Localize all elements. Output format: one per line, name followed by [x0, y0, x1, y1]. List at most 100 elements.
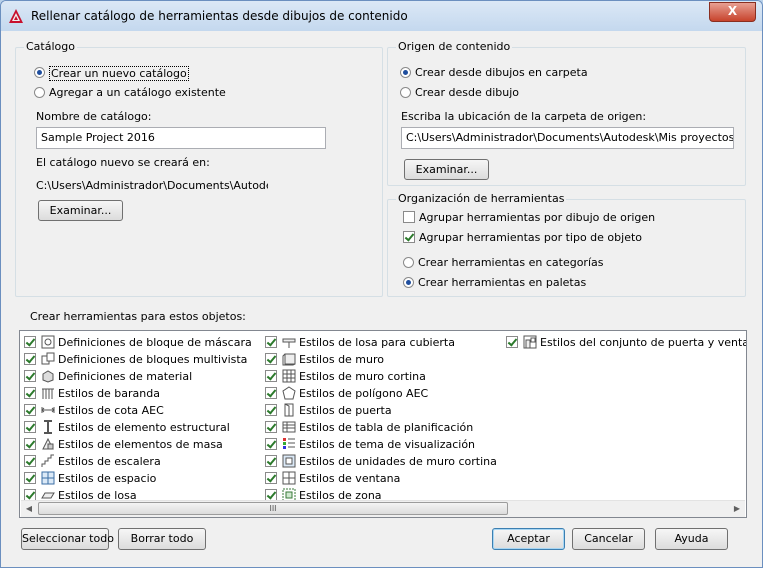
object-label: Estilos de unidades de muro cortina: [299, 455, 497, 468]
object-label: Estilos de espacio: [58, 472, 157, 485]
schedule-table-icon: [282, 421, 296, 433]
select-all-button[interactable]: Seleccionar todo: [21, 528, 114, 550]
object-list-item[interactable]: Estilos de baranda: [24, 385, 260, 402]
curtain-wall-unit-icon: [282, 454, 296, 468]
stair-icon: [41, 454, 54, 467]
cancel-button[interactable]: Cancelar: [572, 528, 645, 550]
close-icon: X: [727, 4, 738, 18]
object-list-item[interactable]: Estilos de tabla de planificación: [265, 419, 501, 436]
object-list-item[interactable]: Estilos de unidades de muro cortina: [265, 453, 501, 470]
object-checkbox[interactable]: [24, 336, 36, 348]
scroll-thumb[interactable]: III: [38, 502, 508, 515]
object-list-item[interactable]: Estilos de elemento estructural: [24, 419, 260, 436]
aec-dimension-icon: [41, 407, 55, 413]
checkbox-group-by-type[interactable]: [403, 231, 415, 243]
object-list-item[interactable]: Estilos del conjunto de puerta y ventana: [506, 334, 746, 351]
object-list-item[interactable]: Estilos de tema de visualización: [265, 436, 501, 453]
object-label: Estilos de tabla de planificación: [299, 421, 474, 434]
radio-from-folder[interactable]: [400, 67, 411, 78]
radio-from-drawing-label[interactable]: Crear desde dibujo: [415, 86, 519, 99]
scroll-right-icon[interactable]: ▶: [729, 501, 745, 517]
group-by-drawing-label[interactable]: Agrupar herramientas por dibujo de orige…: [419, 211, 655, 224]
object-checkbox[interactable]: [24, 455, 36, 467]
object-list-item[interactable]: Estilos de elementos de masa: [24, 436, 260, 453]
radio-in-palettes[interactable]: [403, 277, 414, 288]
object-label: Estilos de ventana: [299, 472, 401, 485]
object-checkbox[interactable]: [265, 438, 277, 450]
object-checkbox[interactable]: [265, 404, 277, 416]
source-group-legend: Origen de contenido: [396, 40, 513, 53]
object-list-item[interactable]: Estilos de cota AEC: [24, 402, 260, 419]
object-checkbox[interactable]: [24, 404, 36, 416]
object-checkbox[interactable]: [265, 421, 277, 433]
object-checkbox[interactable]: [265, 370, 277, 382]
object-checkbox[interactable]: [24, 387, 36, 399]
catalog-browse-button[interactable]: Examinar...: [38, 200, 123, 221]
object-checkbox[interactable]: [506, 336, 518, 348]
object-list-item[interactable]: Estilos de muro: [265, 351, 501, 368]
object-label: Estilos de baranda: [58, 387, 160, 400]
object-label: Estilos de muro cortina: [299, 370, 426, 383]
clear-all-button[interactable]: Borrar todo: [118, 528, 206, 550]
object-checkbox[interactable]: [24, 438, 36, 450]
catalog-group: Catálogo Crear un nuevo catálogo Agregar…: [15, 40, 383, 297]
in-palettes-label[interactable]: Crear herramientas en paletas: [418, 276, 586, 289]
in-categories-label[interactable]: Crear herramientas en categorías: [418, 256, 603, 269]
group-by-type-label[interactable]: Agrupar herramientas por tipo de objeto: [419, 231, 642, 244]
radio-new-catalog[interactable]: [34, 67, 45, 78]
object-list-item[interactable]: Estilos de escalera: [24, 453, 260, 470]
object-list-item[interactable]: Estilos de puerta: [265, 402, 501, 419]
object-list-item[interactable]: Estilos de losa para cubierta: [265, 334, 501, 351]
title-bar[interactable]: Rellenar catálogo de herramientas desde …: [1, 1, 762, 31]
scroll-left-icon[interactable]: ◀: [21, 501, 37, 517]
object-list-item[interactable]: Estilos de espacio: [24, 470, 260, 487]
catalog-group-legend: Catálogo: [24, 40, 77, 53]
object-label: Estilos de elementos de masa: [58, 438, 223, 451]
objects-label: Crear herramientas para estos objetos:: [30, 310, 246, 323]
object-checkbox[interactable]: [265, 387, 277, 399]
object-checkbox[interactable]: [24, 353, 36, 365]
object-label: Estilos de escalera: [58, 455, 161, 468]
object-checkbox[interactable]: [265, 353, 277, 365]
object-checkbox[interactable]: [265, 336, 277, 348]
space-icon: [41, 471, 55, 485]
material-icon: [42, 370, 54, 383]
object-checkbox[interactable]: [24, 472, 36, 484]
structural-member-icon: [44, 420, 52, 434]
object-checkbox[interactable]: [24, 370, 36, 382]
horizontal-scrollbar[interactable]: ◀ III ▶: [21, 500, 745, 517]
roof-slab-icon: [282, 338, 296, 348]
created-in-label: El catálogo nuevo se creará en:: [36, 156, 210, 169]
checkbox-group-by-drawing[interactable]: [403, 211, 415, 223]
source-browse-button[interactable]: Examinar...: [404, 159, 489, 180]
accept-button[interactable]: Aceptar: [492, 528, 565, 550]
railing-icon: [42, 388, 54, 399]
object-list-item[interactable]: Definiciones de bloque de máscara: [24, 334, 260, 351]
mask-block-icon: [41, 335, 55, 349]
close-button[interactable]: X: [709, 2, 756, 22]
object-list-item[interactable]: Definiciones de bloques multivista: [24, 351, 260, 368]
object-list-item[interactable]: Definiciones de material: [24, 368, 260, 385]
help-button[interactable]: Ayuda: [655, 528, 728, 550]
catalog-name-input[interactable]: Sample Project 2016: [36, 127, 326, 149]
object-checkbox[interactable]: [265, 472, 277, 484]
radio-from-folder-label[interactable]: Crear desde dibujos en carpeta: [415, 66, 588, 79]
dialog-window: Rellenar catálogo de herramientas desde …: [0, 0, 763, 568]
radio-new-catalog-label[interactable]: Crear un nuevo catálogo: [49, 66, 189, 81]
radio-in-categories[interactable]: [403, 257, 414, 268]
radio-existing-catalog-label[interactable]: Agregar a un catálogo existente: [49, 86, 226, 99]
radio-from-drawing[interactable]: [400, 87, 411, 98]
object-list-item[interactable]: Estilos de muro cortina: [265, 368, 501, 385]
objects-list[interactable]: Definiciones de bloque de máscara Definic…: [19, 330, 747, 518]
source-location-input[interactable]: C:\Users\Administrador\Documents\Autodes…: [401, 127, 734, 149]
object-list-item[interactable]: Estilos de polígono AEC: [265, 385, 501, 402]
autodesk-logo-icon: [9, 9, 23, 23]
object-checkbox[interactable]: [265, 455, 277, 467]
created-in-path: C:\Users\Administrador\Documents\Autodes…: [36, 179, 268, 192]
object-checkbox[interactable]: [24, 421, 36, 433]
object-list-item[interactable]: Estilos de ventana: [265, 470, 501, 487]
dialog-content: Catálogo Crear un nuevo catálogo Agregar…: [7, 31, 756, 561]
radio-existing-catalog[interactable]: [34, 87, 45, 98]
object-label: Estilos de muro: [299, 353, 385, 366]
curtain-wall-icon: [282, 369, 296, 383]
